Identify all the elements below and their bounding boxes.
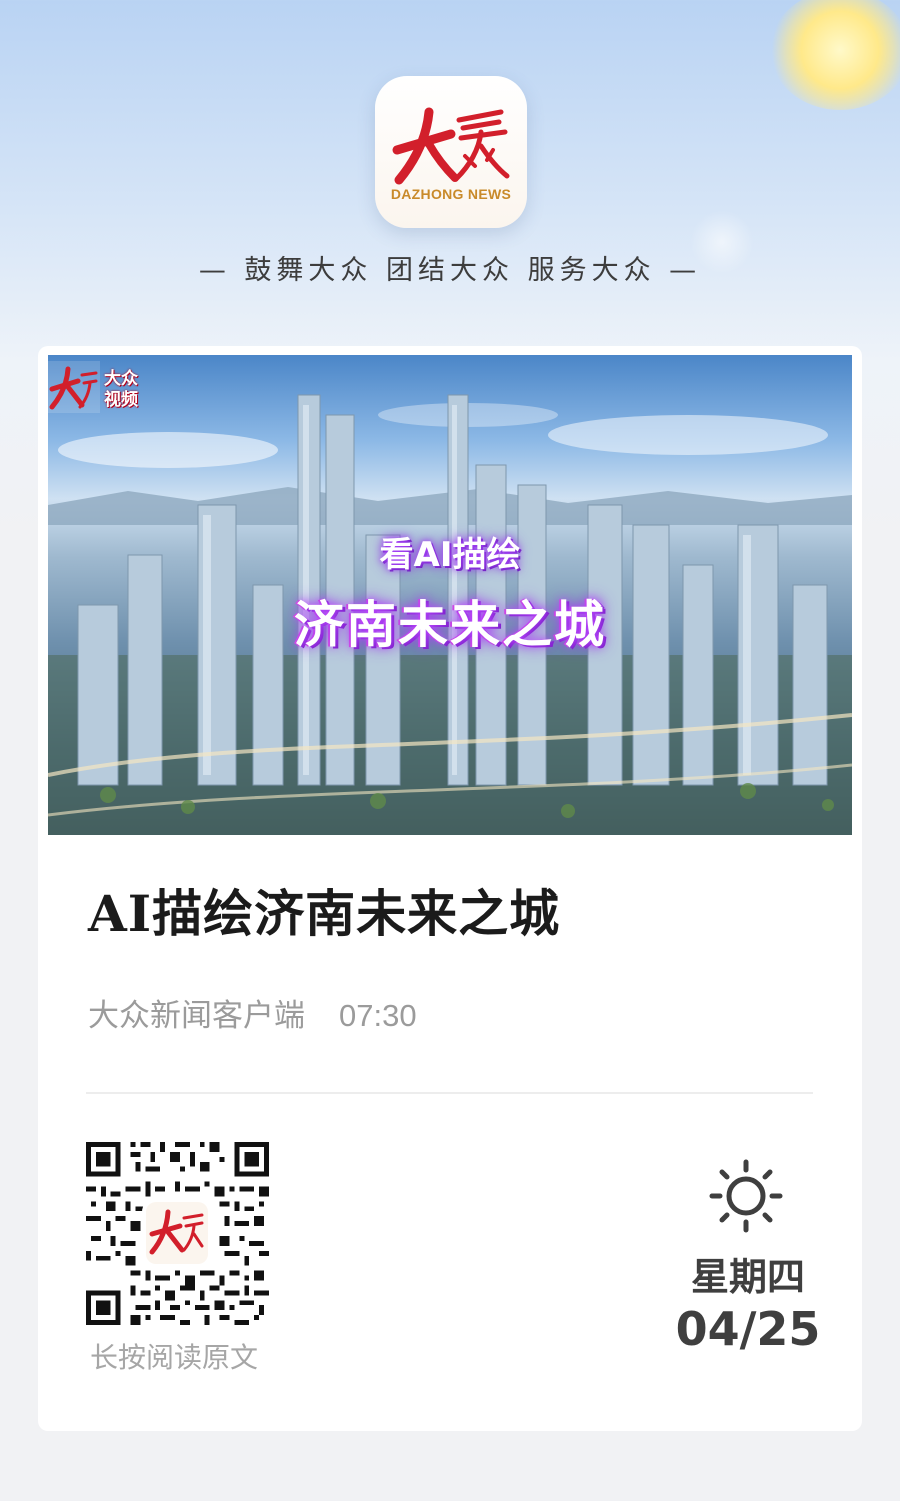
article-time: 07:30 xyxy=(339,998,417,1033)
qr-caption: 长按阅读原文 xyxy=(90,1341,259,1374)
brand-english-name: DAZHONG NEWS xyxy=(390,186,512,202)
cover-overlay-title: 济南未来之城 xyxy=(294,596,606,654)
sun-decoration xyxy=(770,0,900,110)
qr-center-logo-icon xyxy=(146,1202,208,1264)
article-card[interactable]: 大众 视频 看AI描绘 济南未来之城 AI描绘济南未来之城 大众新闻客户端 07:… xyxy=(38,346,862,1431)
slogan: — 鼓舞大众 团结大众 服务大众 — xyxy=(198,255,702,286)
divider xyxy=(86,1092,813,1094)
weekday-label: 星期四 xyxy=(690,1255,805,1299)
article-title[interactable]: AI描绘济南未来之城 xyxy=(88,874,828,946)
date-label: 04/25 xyxy=(675,1302,821,1356)
dazhong-video-badge: 大众 视频 xyxy=(48,361,148,423)
dazhong-calligraphy-icon xyxy=(392,107,510,185)
cover-overlay-subtitle: 看AI描绘 xyxy=(379,535,521,575)
sunny-icon xyxy=(709,1159,783,1233)
article-meta: 大众新闻客户端 07:30 xyxy=(88,990,417,1035)
article-cover-image[interactable]: 大众 视频 看AI描绘 济南未来之城 xyxy=(48,355,852,835)
article-source: 大众新闻客户端 xyxy=(88,998,305,1034)
dazhong-mini-logo-icon xyxy=(149,1209,204,1255)
dazhong-logo-icon: DAZHONG NEWS xyxy=(375,76,527,228)
dazhong-small-logo-icon xyxy=(48,361,100,413)
dazhong-video-label: 大众 视频 xyxy=(104,369,138,410)
